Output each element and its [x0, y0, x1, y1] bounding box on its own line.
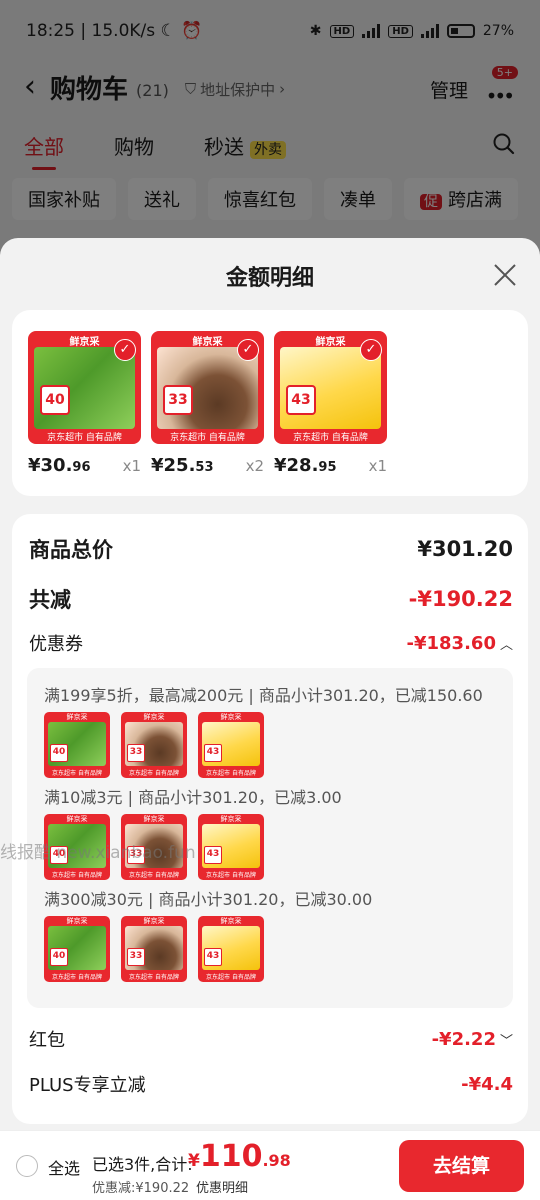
coupon-product-thumbs: 鲜京采 40 京东超市 自有品牌 鲜京采 33 京东超市 自有品牌 鲜京采 43 京东超市 … [44, 814, 264, 880]
thumb-footer: 京东超市 自有品牌 [206, 872, 256, 879]
product-footer: 京东超市 自有品牌 [293, 433, 368, 443]
thumb-footer: 京东超市 自有品牌 [52, 872, 102, 879]
sheet-title: 金额明细 [225, 266, 314, 291]
product-price-badge: 43 [286, 385, 316, 415]
product-footer: 京东超市 自有品牌 [170, 433, 245, 443]
goods-total-row: 商品总价 ¥301.20 [29, 534, 513, 564]
total-amount: ¥110.98 [188, 1139, 291, 1174]
thumb-durian-cake: 鲜京采 43 京东超市 自有品牌 [198, 916, 264, 982]
coupon-rule: 满10减3元 | 商品小计301.20，已减3.00 [44, 788, 342, 807]
product-footer: 京东超市 自有品牌 [47, 433, 122, 443]
thumb-badge: 43 [204, 948, 222, 966]
product-price-badge: 40 [40, 385, 70, 415]
thumb-durian-cake: 鲜京采 43 京东超市 自有品牌 [198, 712, 264, 778]
thumb-durian-cake: 鲜京采 43 京东超市 自有品牌 [198, 814, 264, 880]
product-item[interactable]: 鲜京采 33 京东超市 自有品牌 ✓ ¥25.53 x2 [151, 331, 264, 476]
thumb-badge: 40 [50, 744, 68, 762]
product-card: 鲜京采 40 京东超市 自有品牌 ✓ ¥30.96 x1 鲜京采 33 京东超市… [12, 310, 528, 496]
coupon-product-thumbs: 鲜京采 40 京东超市 自有品牌 鲜京采 33 京东超市 自有品牌 鲜京采 43 京东超市 … [44, 916, 264, 982]
chevron-down-icon: ﹀ [499, 1033, 513, 1049]
coupon-rule: 满199享5折，最高减200元 | 商品小计301.20，已减150.60 [44, 686, 483, 705]
discount-line: 优惠减:¥190.22 [92, 1181, 190, 1196]
product-image-chocolate-cake: 鲜京采 33 京东超市 自有品牌 ✓ [151, 331, 264, 444]
checkout-button[interactable]: 去结算 [399, 1140, 524, 1192]
thumb-footer: 京东超市 自有品牌 [129, 770, 179, 777]
thumb-matcha-cake: 鲜京采 40 京东超市 自有品牌 [44, 916, 110, 982]
coupon-row[interactable]: 优惠券 -¥183.60 ︿ [29, 630, 513, 656]
redpacket-label: 红包 [29, 1030, 65, 1051]
thumb-badge: 33 [127, 948, 145, 966]
thumb-badge: 33 [127, 846, 145, 864]
close-icon[interactable] [490, 260, 520, 290]
discount-detail-link[interactable]: 优惠明细 [196, 1177, 248, 1196]
total-reduce-value: -¥190.22 [408, 587, 513, 611]
thumb-footer: 京东超市 自有品牌 [129, 974, 179, 981]
thumb-brand: 鲜京采 [220, 917, 242, 925]
thumb-badge: 43 [204, 744, 222, 762]
product-price-badge: 33 [163, 385, 193, 415]
thumb-footer: 京东超市 自有品牌 [129, 872, 179, 879]
thumb-footer: 京东超市 自有品牌 [52, 770, 102, 777]
coupon-label: 优惠券 [29, 634, 83, 655]
thumb-badge: 33 [127, 744, 145, 762]
thumb-footer: 京东超市 自有品牌 [52, 974, 102, 981]
thumb-matcha-cake: 鲜京采 40 京东超市 自有品牌 [44, 814, 110, 880]
chevron-up-icon: ︿ [499, 637, 513, 653]
thumb-chocolate-cake: 鲜京采 33 京东超市 自有品牌 [121, 916, 187, 982]
amount-detail-sheet: 金额明细 鲜京采 40 京东超市 自有品牌 ✓ ¥30.96 x1 鲜京采 33 [0, 238, 540, 1200]
product-qty: x1 [368, 457, 387, 475]
price-detail-card: 商品总价 ¥301.20 共减 -¥190.22 优惠券 -¥183.60 ︿ 满… [12, 514, 528, 1124]
select-all-label[interactable]: 全选 [48, 1155, 80, 1179]
product-item[interactable]: 鲜京采 40 京东超市 自有品牌 ✓ ¥30.96 x1 [28, 331, 141, 476]
plus-reduce-value: -¥4.4 [461, 1073, 513, 1095]
thumb-footer: 京东超市 自有品牌 [206, 974, 256, 981]
thumb-brand: 鲜京采 [143, 713, 165, 721]
selected-summary: 已选3件,合计: [92, 1155, 193, 1174]
product-price: ¥28.95 [274, 455, 337, 476]
product-price: ¥25.53 [151, 455, 214, 476]
check-icon: ✓ [237, 339, 259, 361]
coupon-detail-box: 满199享5折，最高减200元 | 商品小计301.20，已减150.60 鲜京… [27, 668, 513, 1008]
product-price: ¥30.96 [28, 455, 91, 476]
check-icon: ✓ [360, 339, 382, 361]
thumb-chocolate-cake: 鲜京采 33 京东超市 自有品牌 [121, 712, 187, 778]
product-qty: x2 [245, 457, 264, 475]
total-reduce-label: 共减 [29, 588, 71, 612]
checkout-bar: 全选 已选3件,合计: ¥110.98 优惠减:¥190.22 优惠明细 去结算 [0, 1130, 540, 1200]
thumb-brand: 鲜京采 [66, 713, 88, 721]
product-item[interactable]: 鲜京采 43 京东超市 自有品牌 ✓ ¥28.95 x1 [274, 331, 387, 476]
thumb-brand: 鲜京采 [143, 815, 165, 823]
total-reduce-row: 共减 -¥190.22 [29, 584, 513, 614]
product-image-matcha-cake: 鲜京采 40 京东超市 自有品牌 ✓ [28, 331, 141, 444]
goods-total-value: ¥301.20 [417, 537, 513, 561]
thumb-brand: 鲜京采 [143, 917, 165, 925]
product-qty: x1 [122, 457, 141, 475]
thumb-brand: 鲜京采 [220, 815, 242, 823]
thumb-badge: 40 [50, 948, 68, 966]
coupon-product-thumbs: 鲜京采 40 京东超市 自有品牌 鲜京采 33 京东超市 自有品牌 鲜京采 43 京东超市 … [44, 712, 264, 778]
thumb-brand: 鲜京采 [220, 713, 242, 721]
thumb-brand: 鲜京采 [66, 815, 88, 823]
goods-total-label: 商品总价 [29, 538, 113, 562]
plus-reduce-label: PLUS专享立减 [29, 1075, 146, 1096]
coupon-value: -¥183.60 [406, 632, 496, 654]
thumb-badge: 40 [50, 846, 68, 864]
select-all-radio[interactable] [16, 1155, 38, 1177]
thumb-badge: 43 [204, 846, 222, 864]
redpacket-value: -¥2.22 [431, 1028, 496, 1050]
product-image-durian-cake: 鲜京采 43 京东超市 自有品牌 ✓ [274, 331, 387, 444]
thumb-footer: 京东超市 自有品牌 [206, 770, 256, 777]
thumb-brand: 鲜京采 [66, 917, 88, 925]
thumb-matcha-cake: 鲜京采 40 京东超市 自有品牌 [44, 712, 110, 778]
thumb-chocolate-cake: 鲜京采 33 京东超市 自有品牌 [121, 814, 187, 880]
check-icon: ✓ [114, 339, 136, 361]
coupon-rule: 满300减30元 | 商品小计301.20，已减30.00 [44, 890, 373, 909]
redpacket-row[interactable]: 红包 -¥2.22 ﹀ [29, 1026, 513, 1052]
plus-reduce-row: PLUS专享立减 -¥4.4 [29, 1071, 513, 1097]
